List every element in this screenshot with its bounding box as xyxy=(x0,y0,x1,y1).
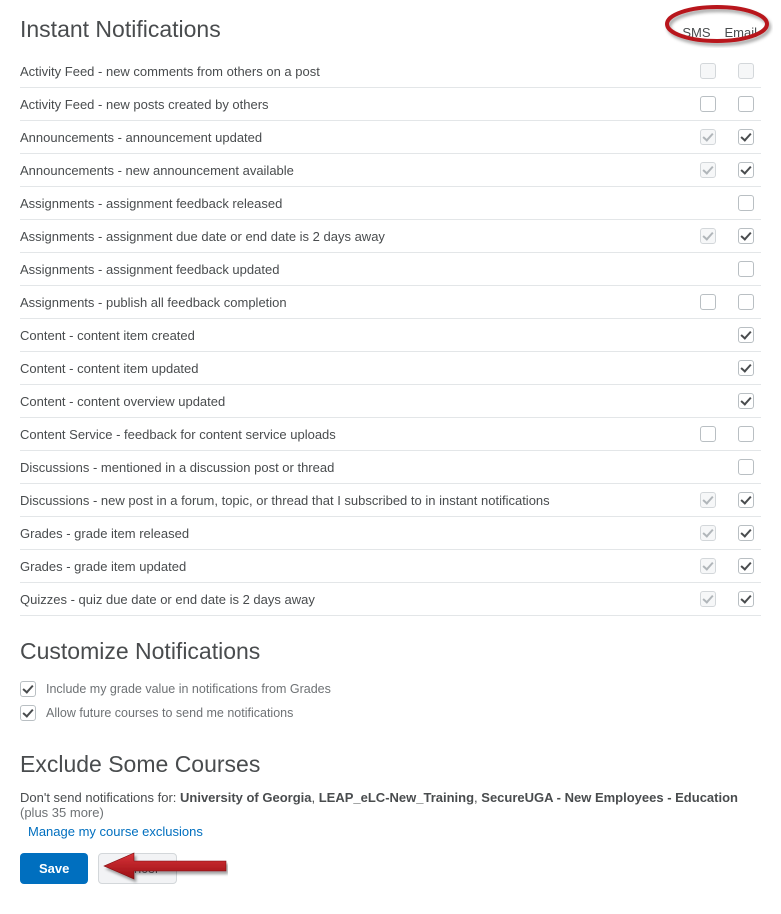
customize-checkbox[interactable] xyxy=(20,705,36,721)
sms-checkbox xyxy=(700,525,716,541)
excluded-course-name: SecureUGA - New Employees - Education xyxy=(481,790,738,805)
notification-row: Grades - grade item updated xyxy=(20,550,761,583)
notification-label: Content - content item created xyxy=(20,328,699,343)
cancel-button[interactable]: Cancel xyxy=(98,853,176,884)
exclude-courses-heading: Exclude Some Courses xyxy=(20,751,761,778)
excluded-course-name: University of Georgia xyxy=(180,790,311,805)
sms-checkbox xyxy=(700,228,716,244)
sms-checkbox xyxy=(700,162,716,178)
save-button[interactable]: Save xyxy=(20,853,88,884)
notification-label: Discussions - mentioned in a discussion … xyxy=(20,460,699,475)
notification-row: Assignments - assignment feedback update… xyxy=(20,253,761,286)
excluded-course-name: LEAP_eLC-New_Training xyxy=(319,790,474,805)
notification-row: Content - content item created xyxy=(20,319,761,352)
email-checkbox[interactable] xyxy=(738,558,754,574)
customize-checkbox[interactable] xyxy=(20,681,36,697)
notification-label: Content - content overview updated xyxy=(20,394,699,409)
notification-label: Announcements - announcement updated xyxy=(20,130,699,145)
exclude-prefix: Don't send notifications for: xyxy=(20,790,180,805)
notification-label: Discussions - new post in a forum, topic… xyxy=(20,493,699,508)
notification-row: Assignments - assignment feedback releas… xyxy=(20,187,761,220)
instant-notifications-heading: Instant Notifications xyxy=(20,16,682,43)
email-checkbox[interactable] xyxy=(738,360,754,376)
sms-checkbox xyxy=(700,459,716,475)
customize-option: Allow future courses to send me notifica… xyxy=(20,701,761,725)
notification-row: Assignments - publish all feedback compl… xyxy=(20,286,761,319)
exclude-courses-text: Don't send notifications for: University… xyxy=(20,790,761,820)
notification-label: Assignments - publish all feedback compl… xyxy=(20,295,699,310)
notification-label: Content - content item updated xyxy=(20,361,699,376)
notification-row: Activity Feed - new posts created by oth… xyxy=(20,88,761,121)
sms-checkbox xyxy=(700,261,716,277)
customize-option-label: Allow future courses to send me notifica… xyxy=(46,706,293,720)
sms-checkbox xyxy=(700,63,716,79)
notification-label: Quizzes - quiz due date or end date is 2… xyxy=(20,592,699,607)
sms-checkbox xyxy=(700,591,716,607)
email-checkbox[interactable] xyxy=(738,162,754,178)
sms-column-label: SMS xyxy=(682,25,710,40)
sms-checkbox[interactable] xyxy=(700,426,716,442)
sms-checkbox xyxy=(700,327,716,343)
email-column-label: Email xyxy=(724,25,757,40)
notification-row: Activity Feed - new comments from others… xyxy=(20,55,761,88)
sms-checkbox xyxy=(700,393,716,409)
notification-label: Assignments - assignment feedback releas… xyxy=(20,196,699,211)
notification-row: Announcements - announcement updated xyxy=(20,121,761,154)
notification-row: Content - content overview updated xyxy=(20,385,761,418)
sms-checkbox xyxy=(700,360,716,376)
column-labels: SMS Email xyxy=(682,25,761,40)
notification-row: Content - content item updated xyxy=(20,352,761,385)
customize-option: Include my grade value in notifications … xyxy=(20,677,761,701)
sms-checkbox xyxy=(700,129,716,145)
sms-checkbox xyxy=(700,558,716,574)
email-checkbox[interactable] xyxy=(738,591,754,607)
notification-row: Quizzes - quiz due date or end date is 2… xyxy=(20,583,761,616)
notification-label: Grades - grade item updated xyxy=(20,559,699,574)
email-checkbox[interactable] xyxy=(738,228,754,244)
email-checkbox[interactable] xyxy=(738,525,754,541)
email-checkbox[interactable] xyxy=(738,426,754,442)
notification-row: Discussions - mentioned in a discussion … xyxy=(20,451,761,484)
exclude-more-count: (plus 35 more) xyxy=(20,805,104,820)
notification-row: Discussions - new post in a forum, topic… xyxy=(20,484,761,517)
notification-label: Activity Feed - new posts created by oth… xyxy=(20,97,699,112)
customize-option-label: Include my grade value in notifications … xyxy=(46,682,331,696)
notification-label: Assignments - assignment due date or end… xyxy=(20,229,699,244)
notification-label: Announcements - new announcement availab… xyxy=(20,163,699,178)
sms-checkbox xyxy=(700,195,716,211)
email-checkbox[interactable] xyxy=(738,294,754,310)
sms-checkbox[interactable] xyxy=(700,96,716,112)
notification-label: Activity Feed - new comments from others… xyxy=(20,64,699,79)
sms-checkbox xyxy=(700,492,716,508)
sms-checkbox[interactable] xyxy=(700,294,716,310)
notification-row: Announcements - new announcement availab… xyxy=(20,154,761,187)
customize-notifications-heading: Customize Notifications xyxy=(20,638,761,665)
email-checkbox[interactable] xyxy=(738,492,754,508)
email-checkbox[interactable] xyxy=(738,459,754,475)
email-checkbox xyxy=(738,63,754,79)
notification-label: Grades - grade item released xyxy=(20,526,699,541)
notification-label: Assignments - assignment feedback update… xyxy=(20,262,699,277)
email-checkbox[interactable] xyxy=(738,393,754,409)
notification-row: Content Service - feedback for content s… xyxy=(20,418,761,451)
email-checkbox[interactable] xyxy=(738,195,754,211)
email-checkbox[interactable] xyxy=(738,327,754,343)
manage-exclusions-link[interactable]: Manage my course exclusions xyxy=(28,824,203,839)
notification-row: Grades - grade item released xyxy=(20,517,761,550)
email-checkbox[interactable] xyxy=(738,129,754,145)
notification-row: Assignments - assignment due date or end… xyxy=(20,220,761,253)
email-checkbox[interactable] xyxy=(738,261,754,277)
notification-label: Content Service - feedback for content s… xyxy=(20,427,699,442)
email-checkbox[interactable] xyxy=(738,96,754,112)
